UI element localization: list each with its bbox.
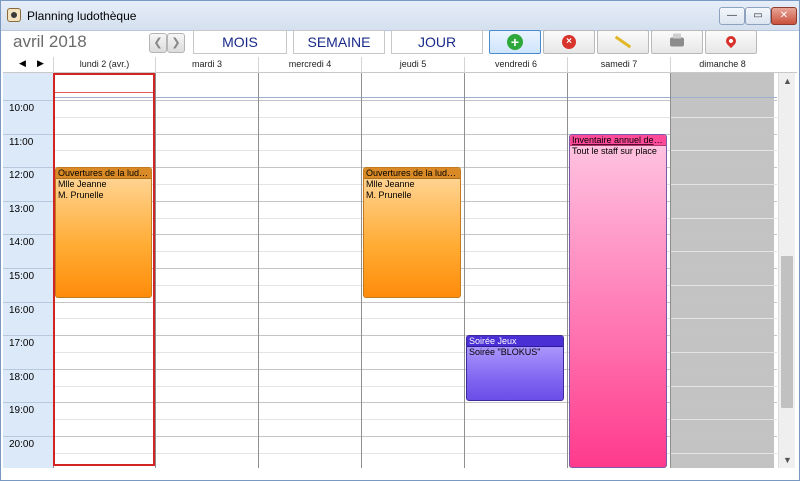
event-detail-line: Mlle Jeanne: [58, 179, 107, 189]
time-divider: [3, 100, 53, 101]
time-label: 10:00: [9, 103, 35, 114]
month-view-button[interactable]: MOIS: [193, 30, 287, 54]
vertical-scrollbar[interactable]: ▲ ▼: [778, 73, 795, 468]
calendar-event[interactable]: Ouvertures de la ludot... Mlle Jeanne M. P…: [55, 167, 152, 298]
day-header-6[interactable]: dimanche 8: [670, 57, 774, 73]
day-column[interactable]: [258, 73, 361, 468]
time-label: 17:00: [9, 338, 35, 350]
day-header-2[interactable]: mercredi 4: [258, 57, 361, 73]
calendar-event[interactable]: Soirée Jeux Soirée "BLOKUS": [466, 335, 564, 401]
time-divider: [3, 335, 53, 337]
minimize-button[interactable]: —: [719, 7, 745, 25]
event-detail-line: M. Prunelle: [366, 190, 412, 200]
header-prev-week-button[interactable]: ◀: [19, 58, 26, 69]
delete-event-button[interactable]: ×: [543, 30, 595, 54]
week-view-button[interactable]: SEMAINE: [293, 30, 385, 54]
day-header-5[interactable]: samedi 7: [567, 57, 670, 73]
scroll-down-button[interactable]: ▼: [779, 452, 796, 468]
day-header-row: ◀ ▶ lundi 2 (avr.) mardi 3 mercredi 4 jeudi…: [3, 57, 797, 73]
event-title: Ouvertures de la ludot...: [56, 168, 151, 179]
close-button[interactable]: ✕: [771, 7, 797, 25]
day-column[interactable]: [155, 73, 258, 468]
time-label: 12:00: [9, 170, 35, 182]
printer-icon: [670, 33, 684, 47]
print-button[interactable]: [651, 30, 703, 54]
current-month-label: avril 2018: [13, 32, 87, 51]
time-divider: [3, 402, 53, 404]
time-label: 14:00: [9, 237, 35, 249]
scroll-thumb[interactable]: [781, 256, 793, 408]
day-column[interactable]: [670, 73, 774, 468]
add-circle-icon: +: [507, 34, 523, 50]
calendar-event[interactable]: Ouvertures de la ludot... Mlle Jeanne M. P…: [363, 167, 461, 298]
next-period-button[interactable]: ❯: [167, 33, 185, 53]
time-divider: [3, 167, 53, 169]
header-next-week-button[interactable]: ▶: [37, 58, 44, 69]
app-window: Planning ludothèque — ▭ ✕ avril 2018 ❮ ❯…: [0, 0, 800, 481]
time-divider: [3, 133, 53, 135]
time-label: 16:00: [9, 304, 35, 316]
event-detail-line: Tout le staff sur place: [572, 146, 657, 156]
edit-event-button[interactable]: [597, 30, 649, 54]
day-header-4[interactable]: vendredi 6: [464, 57, 567, 73]
time-divider: [3, 368, 53, 370]
day-view-button[interactable]: JOUR: [391, 30, 483, 54]
calendar-event[interactable]: Inventaire annuel des ... Tout le staff s…: [569, 134, 667, 468]
time-label: 11:00: [9, 136, 34, 148]
add-event-button[interactable]: +: [489, 30, 541, 54]
event-detail-line: Mlle Jeanne: [366, 179, 415, 189]
time-label: 18:00: [9, 371, 35, 383]
time-divider: [3, 234, 53, 236]
day-header-3[interactable]: jeudi 5: [361, 57, 464, 73]
time-divider: [3, 200, 53, 202]
delete-circle-icon: ×: [562, 35, 576, 49]
week-grid[interactable]: 10:00 11:00 12:00 13:00 14:00 15:00 16:00 17:00…: [3, 73, 777, 468]
day-header-1[interactable]: mardi 3: [155, 57, 258, 73]
current-time-line: [55, 92, 153, 93]
event-detail-line: M. Prunelle: [58, 190, 104, 200]
event-title: Soirée Jeux: [467, 336, 563, 347]
locate-button[interactable]: [705, 30, 757, 54]
time-divider: [3, 268, 53, 269]
scroll-up-button[interactable]: ▲: [779, 73, 796, 89]
time-label: 20:00: [9, 439, 35, 450]
time-divider: [3, 436, 53, 437]
previous-period-button[interactable]: ❮: [149, 33, 167, 53]
map-pin-icon: [723, 33, 739, 49]
time-divider: [3, 301, 53, 303]
time-label: 19:00: [9, 405, 35, 417]
pencil-icon: [614, 35, 632, 49]
app-icon: [7, 8, 21, 22]
time-label: 13:00: [9, 203, 35, 215]
event-title: Ouvertures de la ludot...: [364, 168, 460, 179]
event-title: Inventaire annuel des ...: [570, 135, 666, 146]
event-detail-line: Soirée "BLOKUS": [469, 347, 541, 357]
day-header-0[interactable]: lundi 2 (avr.): [53, 57, 155, 73]
time-label: 15:00: [9, 271, 35, 282]
time-column: 10:00 11:00 12:00 13:00 14:00 15:00 16:00 17:00…: [3, 73, 53, 468]
title-bar[interactable]: Planning ludothèque — ▭ ✕: [1, 1, 799, 31]
day-column[interactable]: [464, 73, 567, 468]
maximize-button[interactable]: ▭: [745, 7, 771, 25]
window-title: Planning ludothèque: [27, 9, 137, 23]
